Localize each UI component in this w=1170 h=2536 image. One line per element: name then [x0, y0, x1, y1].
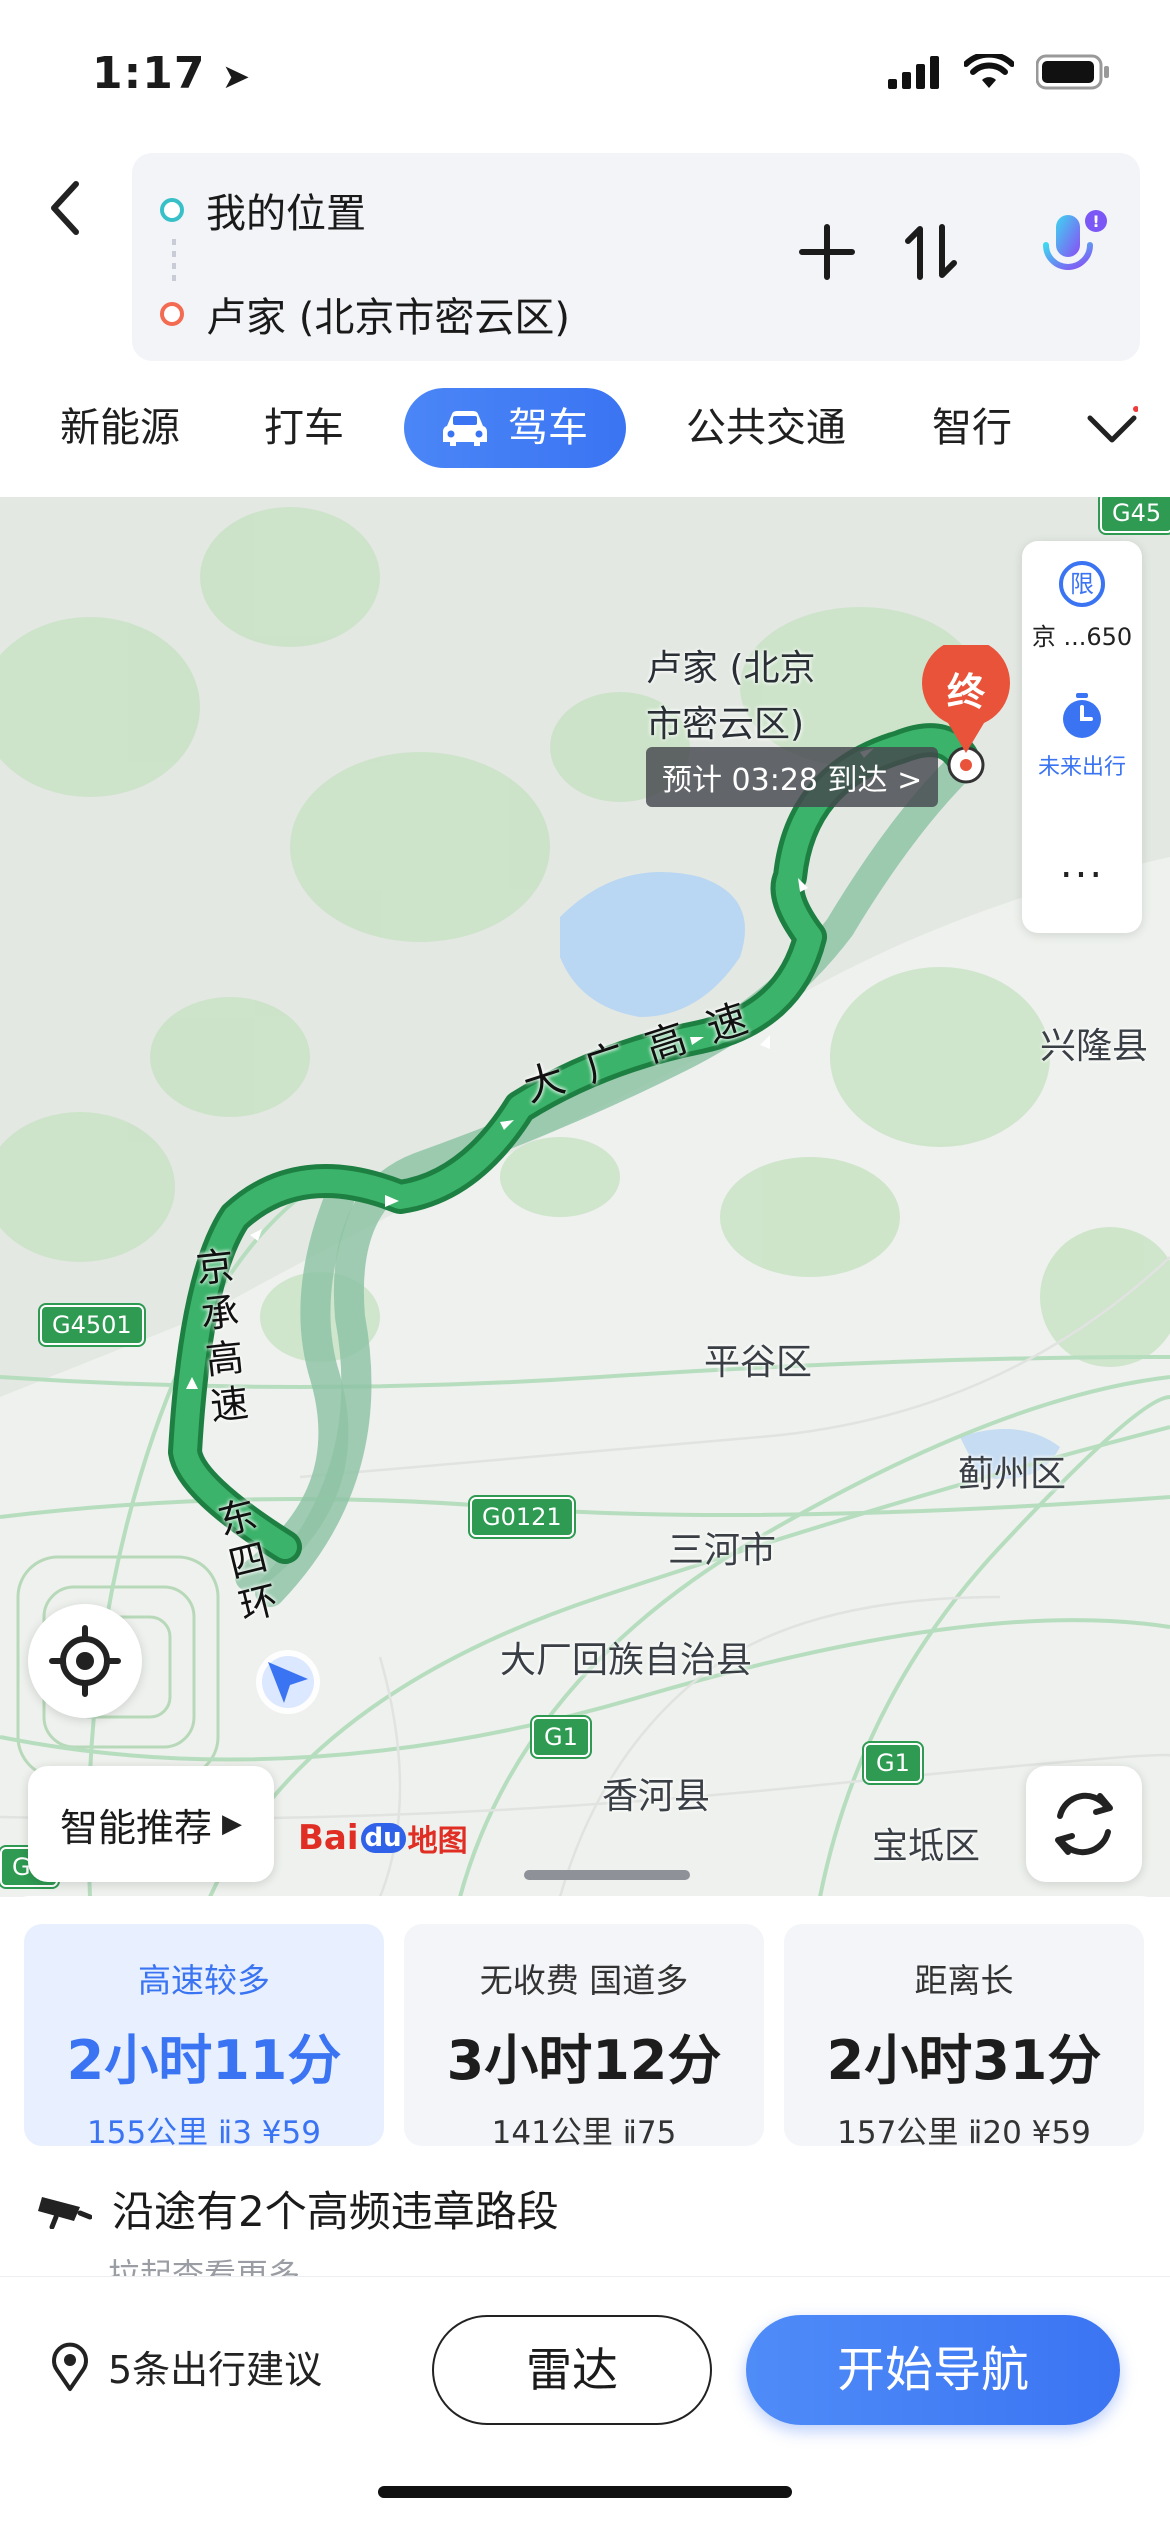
route-connector: [172, 239, 176, 283]
more-modes-button[interactable]: [1086, 406, 1139, 454]
destination-label: 卢家 (北京市密云区): [206, 295, 570, 341]
more-options-button[interactable]: ...: [1022, 841, 1142, 887]
start-navigation-button[interactable]: 开始导航: [746, 2315, 1120, 2425]
smart-recommend-label: 智能推荐: [59, 1805, 212, 1850]
location-arrow-icon: ➤: [221, 57, 252, 97]
signal-icon: [888, 56, 939, 89]
status-time: 1:17 ➤: [92, 48, 252, 99]
origin-dot-icon: [160, 198, 184, 222]
location-pin-icon: [52, 2342, 88, 2391]
route-option-tag: 无收费 国道多: [479, 1961, 689, 2000]
route-option-time: 3小时12分: [446, 2029, 722, 2092]
back-button[interactable]: [44, 180, 88, 235]
add-stop-button[interactable]: [798, 223, 856, 285]
place-dachang: 大厂回族自治县: [500, 1640, 753, 1681]
route-option-2[interactable]: 无收费 国道多 3小时12分 141公里 ⅱ75: [404, 1924, 764, 2151]
route-card: 我的位置 卢家 (北京市密云区) !: [132, 153, 1140, 361]
travel-suggestions-button[interactable]: 5条出行建议: [50, 2339, 322, 2394]
swap-icon: [905, 224, 957, 280]
route-option-detail: 155公里 ⅱ3 ¥59: [87, 2115, 321, 2151]
locate-button[interactable]: [28, 1604, 142, 1718]
future-travel-button[interactable]: 未来出行: [1022, 691, 1142, 781]
wifi-icon: [964, 54, 1014, 88]
baidu-map-logo: Bai du 地图: [298, 1818, 468, 1859]
route-option-time: 2小时31分: [826, 2029, 1102, 2092]
destination-field[interactable]: 卢家 (北京市密云区): [160, 285, 570, 343]
dest-name-label: 卢家 (北京 市密云区): [646, 648, 816, 745]
future-travel-label: 未来出行: [1037, 755, 1126, 780]
home-indicator: [378, 2486, 792, 2498]
tab-taxi[interactable]: 打车: [264, 388, 344, 468]
triangle-right-icon: ▶: [222, 1809, 242, 1839]
paw-icon: du: [360, 1823, 406, 1853]
tab-drive-label: 驾车: [508, 405, 588, 451]
place-sanhe: 三河市: [668, 1530, 777, 1571]
swap-button[interactable]: [904, 223, 958, 285]
chevron-down-icon: [1087, 406, 1139, 443]
crosshair-icon: [49, 1625, 121, 1697]
route-option-3[interactable]: 距离长 2小时31分 157公里 ⅱ20 ¥59: [784, 1924, 1144, 2151]
place-xinglong: 兴隆县: [1040, 1026, 1149, 1067]
road-badge-g1: G1: [532, 1717, 590, 1757]
destination-dot-icon: [160, 302, 184, 326]
traffic-camera-icon: [38, 2196, 92, 2229]
map-side-panel: 限 京 ...650 未来出行 ...: [1022, 541, 1142, 933]
dest-marker-text: 终: [946, 670, 985, 714]
microphone-icon: !: [1043, 210, 1107, 282]
voice-button[interactable]: !: [1032, 209, 1112, 293]
place-jizhou: 蓟州区: [958, 1454, 1067, 1495]
plus-icon: [799, 224, 855, 280]
restriction-plate: 京 ...650: [1031, 623, 1133, 651]
pull-up-hint: 拉起查看更多: [108, 2256, 301, 2276]
travel-suggestions-label: 5条出行建议: [108, 2348, 323, 2392]
route-map[interactable]: 终 卢家 (北京 市密云区) 预计 03:28 到达 > 大广高速 京承高速 东…: [0, 497, 1170, 1897]
tab-public-transit[interactable]: 公共交通: [686, 388, 846, 468]
route-option-tag: 高速较多: [138, 1961, 270, 2000]
origin-label: 我的位置: [206, 191, 366, 237]
violation-notice-text: 沿途有2个高频违章路段: [112, 2187, 559, 2236]
car-icon: [443, 411, 487, 446]
road-badge-g0121: G0121: [470, 1497, 574, 1537]
battery-icon: [1036, 54, 1109, 90]
tab-smart-travel[interactable]: 智行: [932, 388, 1012, 468]
violation-notice[interactable]: 沿途有2个高频违章路段: [36, 2178, 559, 2239]
restriction-icon: 限: [1059, 561, 1105, 607]
svg-text:!: !: [1092, 212, 1099, 231]
restriction-button[interactable]: 限 京 ...650: [1022, 561, 1142, 652]
stopwatch-icon: [1063, 693, 1101, 738]
radar-button[interactable]: 雷达: [432, 2315, 712, 2425]
place-xianghe: 香河县: [602, 1776, 711, 1817]
road-badge-g4501: G4501: [40, 1305, 144, 1345]
more-dots-icon: ...: [1059, 841, 1105, 887]
origin-field[interactable]: 我的位置: [160, 181, 366, 239]
smart-recommend-button[interactable]: 智能推荐 ▶: [28, 1766, 274, 1882]
route-option-1[interactable]: 高速较多 2小时11分 155公里 ⅱ3 ¥59: [24, 1924, 384, 2151]
road-badge-g45: G45: [1100, 497, 1170, 533]
road-badge-g1-east: G1: [864, 1743, 922, 1783]
route-option-detail: 157公里 ⅱ20 ¥59: [837, 2115, 1091, 2151]
route-option-time: 2小时11分: [66, 2029, 342, 2092]
eta-badge[interactable]: 预计 03:28 到达 >: [646, 747, 939, 807]
destination-pin[interactable]: 终: [920, 645, 1012, 755]
chevron-left-icon: [51, 181, 79, 235]
place-pinggu: 平谷区: [704, 1342, 813, 1383]
sheet-drag-handle[interactable]: [524, 1870, 690, 1880]
route-option-tag: 距离长: [914, 1961, 1014, 2000]
status-icons: [888, 54, 1110, 90]
tab-new-energy[interactable]: 新能源: [60, 388, 180, 468]
place-baodi: 宝坻区: [872, 1826, 981, 1867]
refresh-icon: [1055, 1792, 1113, 1856]
tab-drive[interactable]: 驾车: [404, 388, 626, 468]
travel-mode-tabs: 新能源 打车 驾车 公共交通 智行: [0, 388, 1170, 472]
route-option-detail: 141公里 ⅱ75: [491, 2115, 677, 2151]
refresh-button[interactable]: [1026, 1766, 1142, 1882]
